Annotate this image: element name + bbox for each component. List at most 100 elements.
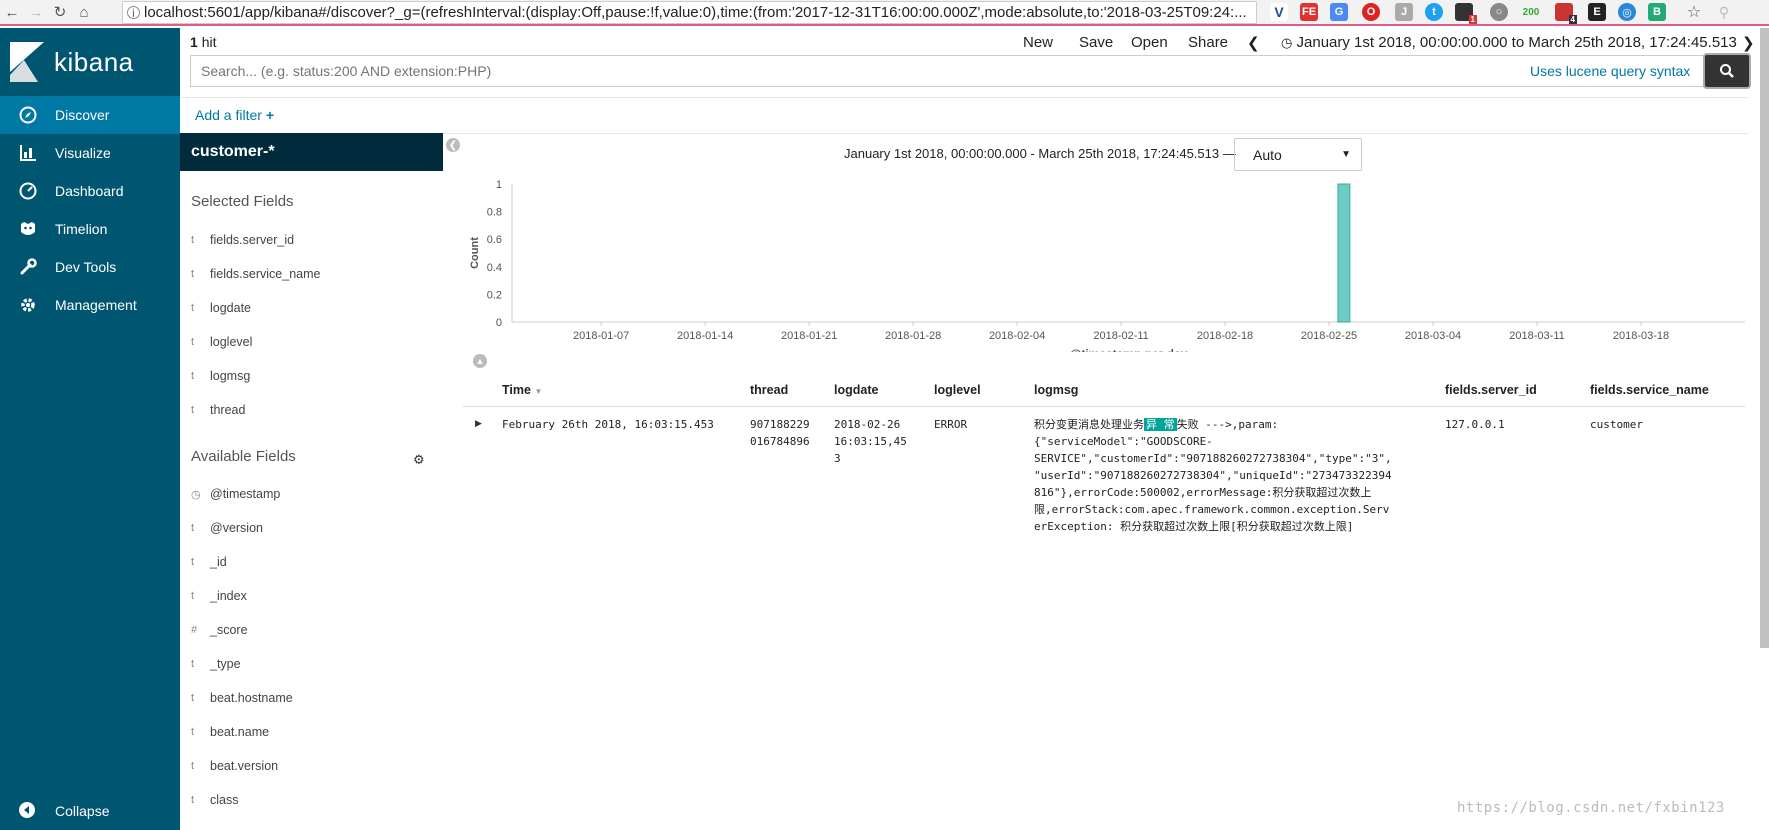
- extension-badge1-icon[interactable]: 1: [1455, 3, 1477, 24]
- y-tick-label: 0.4: [487, 262, 502, 274]
- extension-b-icon[interactable]: B: [1648, 3, 1666, 21]
- twitter-icon[interactable]: t: [1425, 3, 1443, 21]
- sidebar-item-discover[interactable]: Discover: [0, 96, 180, 134]
- field-name: fields.server_id: [210, 233, 295, 247]
- field-name: _id: [210, 555, 227, 569]
- field-type-icon: t: [191, 522, 195, 534]
- field-item[interactable]: t class: [191, 791, 238, 809]
- collapse-chart-icon[interactable]: ▲: [473, 354, 487, 368]
- cell-line: 积分变更消息处理业务异 常失败 --->,param:: [1034, 416, 1434, 433]
- cell-logdate: 2018-02-26 16:03:15,45 3: [834, 416, 907, 467]
- field-item[interactable]: t beat.name: [191, 723, 269, 741]
- time-forward-icon[interactable]: ❯: [1742, 34, 1755, 52]
- extension-badge4-icon[interactable]: 4: [1555, 3, 1577, 24]
- sidebar-item-label: Dashboard: [55, 183, 124, 199]
- x-tick-label: 2018-02-25: [1301, 330, 1357, 342]
- field-item[interactable]: t _index: [191, 587, 247, 605]
- column-header-time[interactable]: Time ▼: [502, 383, 542, 397]
- time-back-icon[interactable]: ❮: [1247, 34, 1260, 52]
- column-header-thread[interactable]: thread: [750, 383, 788, 397]
- expand-row-icon[interactable]: ▶: [475, 418, 482, 429]
- y-tick-label: 0.8: [487, 207, 502, 219]
- timelion-icon: [18, 219, 38, 239]
- reload-icon[interactable]: ↻: [48, 0, 72, 24]
- field-type-icon: t: [191, 234, 195, 246]
- opera-icon[interactable]: O: [1362, 3, 1380, 21]
- y-tick-label: 0.2: [487, 289, 502, 301]
- bookmark-star-icon[interactable]: ☆: [1685, 3, 1703, 21]
- field-item[interactable]: t thread: [191, 401, 245, 419]
- collapse-sidebar-icon[interactable]: ❮: [446, 138, 460, 152]
- field-type-icon: t: [191, 590, 195, 602]
- histogram-chart: 0 0.2 0.4 0.6 0.8 1 2018-01-07 2018-01-14 2018-0…: [469, 179, 1745, 352]
- field-item[interactable]: t _id: [191, 553, 227, 571]
- y-tick-label: 0.6: [487, 234, 502, 246]
- x-tick-label: 2018-03-04: [1405, 330, 1461, 342]
- field-type-icon: t: [191, 692, 195, 704]
- cell-line: erException: 积分获取超过次数上限[积分获取超过次数上限]: [1034, 520, 1354, 533]
- translate-icon[interactable]: G: [1330, 3, 1348, 21]
- field-item[interactable]: t logdate: [191, 299, 251, 317]
- cell-line: 3: [834, 452, 841, 465]
- open-button[interactable]: Open: [1131, 34, 1168, 51]
- x-tick-label: 2018-03-18: [1613, 330, 1669, 342]
- new-button[interactable]: New: [1023, 34, 1053, 51]
- index-pattern-selector[interactable]: customer-*: [180, 133, 443, 171]
- column-header-loglevel[interactable]: loglevel: [934, 383, 981, 397]
- field-name: fields.service_name: [210, 267, 321, 281]
- sidebar-item-dev-tools[interactable]: Dev Tools: [0, 248, 180, 286]
- sidebar-item-timelion[interactable]: Timelion: [0, 210, 180, 248]
- field-type-icon: t: [191, 268, 195, 280]
- cell-line: 限,errorStack:com.apec.framework.common.e…: [1034, 503, 1390, 516]
- field-item[interactable]: t loglevel: [191, 333, 252, 351]
- sidebar-item-management[interactable]: Management: [0, 286, 180, 324]
- address-bar[interactable]: i localhost:5601/app/kibana#/discover?_g…: [122, 1, 1257, 24]
- sidebar-item-visualize[interactable]: Visualize: [0, 134, 180, 172]
- home-icon[interactable]: ⌂: [72, 0, 96, 24]
- x-tick-label: 2018-02-18: [1197, 330, 1253, 342]
- field-settings-gear-icon[interactable]: ⚙: [413, 452, 425, 468]
- column-header-logdate[interactable]: logdate: [834, 383, 878, 397]
- save-button[interactable]: Save: [1079, 34, 1113, 51]
- circle-extension-icon[interactable]: ○: [1490, 3, 1508, 21]
- field-name: _score: [210, 623, 248, 637]
- search-input[interactable]: [190, 55, 1705, 87]
- info-icon[interactable]: i: [127, 6, 140, 20]
- sidebar-collapse-button[interactable]: Collapse: [0, 792, 180, 830]
- extension-target-icon[interactable]: ◎: [1618, 3, 1636, 21]
- extension-200-icon[interactable]: 200: [1518, 3, 1544, 21]
- column-header-service-name[interactable]: fields.service_name: [1590, 383, 1709, 397]
- extension-fe-icon[interactable]: FE: [1300, 3, 1318, 21]
- back-icon[interactable]: ←: [0, 0, 24, 24]
- sidebar-item-dashboard[interactable]: Dashboard: [0, 172, 180, 210]
- time-picker[interactable]: ◷ January 1st 2018, 00:00:00.000 to Marc…: [1281, 34, 1737, 51]
- extension-v-icon[interactable]: V: [1270, 3, 1288, 21]
- field-item[interactable]: # _score: [191, 621, 248, 639]
- kibana-logo[interactable]: kibana: [0, 28, 180, 96]
- field-item[interactable]: t beat.version: [191, 757, 278, 775]
- add-filter-button[interactable]: Add a filter +: [195, 107, 274, 123]
- field-name: @timestamp: [210, 487, 281, 501]
- field-item[interactable]: t beat.hostname: [191, 689, 293, 707]
- field-type-icon: t: [191, 760, 195, 772]
- field-item[interactable]: ◷ @timestamp: [191, 485, 280, 503]
- field-item[interactable]: t _type: [191, 655, 241, 673]
- search-button[interactable]: [1705, 55, 1749, 87]
- field-item[interactable]: t fields.service_name: [191, 265, 320, 283]
- extension-jsp-icon[interactable]: J: [1395, 3, 1413, 21]
- time-range-text: January 1st 2018, 00:00:00.000 to March …: [1296, 34, 1737, 51]
- share-button[interactable]: Share: [1188, 34, 1228, 51]
- interval-select[interactable]: Auto ▼: [1234, 138, 1362, 171]
- page-scrollbar[interactable]: [1760, 28, 1769, 648]
- extension-menu-icon[interactable]: ⚲: [1715, 3, 1733, 21]
- field-item[interactable]: t fields.server_id: [191, 231, 294, 249]
- column-header-logmsg[interactable]: logmsg: [1034, 383, 1078, 397]
- evernote-icon[interactable]: E: [1588, 3, 1606, 21]
- lucene-syntax-link[interactable]: Uses lucene query syntax: [1530, 63, 1690, 79]
- field-name: _type: [210, 657, 241, 671]
- field-item[interactable]: t @version: [191, 519, 263, 537]
- column-header-server-id[interactable]: fields.server_id: [1445, 383, 1537, 397]
- sort-desc-icon[interactable]: ▼: [534, 387, 542, 396]
- field-item[interactable]: t logmsg: [191, 367, 250, 385]
- forward-icon[interactable]: →: [24, 0, 48, 24]
